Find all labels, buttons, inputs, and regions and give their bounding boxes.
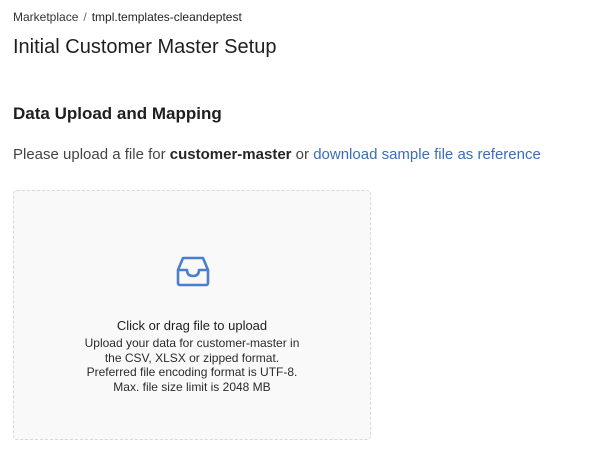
breadcrumb-marketplace-link[interactable]: Marketplace <box>13 10 78 24</box>
dropzone-hint-line: Max. file size limit is 2048 MB <box>113 379 271 394</box>
section-title: Data Upload and Mapping <box>13 104 222 123</box>
dropzone-hint-line: Preferred file encoding format is UTF-8. <box>86 365 298 379</box>
dropzone-hint: Upload your data for customer-master in … <box>14 336 370 394</box>
instruction-prefix: Please upload a file for <box>13 146 170 163</box>
instruction-entity: customer-master <box>169 146 292 163</box>
download-sample-link[interactable]: download sample file as reference <box>313 146 541 163</box>
inbox-icon <box>176 256 210 287</box>
dropzone-title: Click or drag file to upload <box>116 318 268 333</box>
file-dropzone[interactable]: Click or drag file to upload Upload your… <box>13 190 371 440</box>
breadcrumb-separator: / <box>83 10 87 24</box>
dropzone-hint-line: the CSV, XLSX or zipped format. <box>104 350 280 365</box>
breadcrumb: Marketplace / tmpl.templates-cleandeptest <box>13 10 242 24</box>
dropzone-hint-line: Upload your data for customer-master in <box>84 336 300 350</box>
upload-instruction: Please upload a file for customer-master… <box>13 146 541 163</box>
breadcrumb-current: tmpl.templates-cleandeptest <box>91 10 242 24</box>
instruction-middle: or <box>291 146 314 163</box>
page-title: Initial Customer Master Setup <box>13 36 277 58</box>
